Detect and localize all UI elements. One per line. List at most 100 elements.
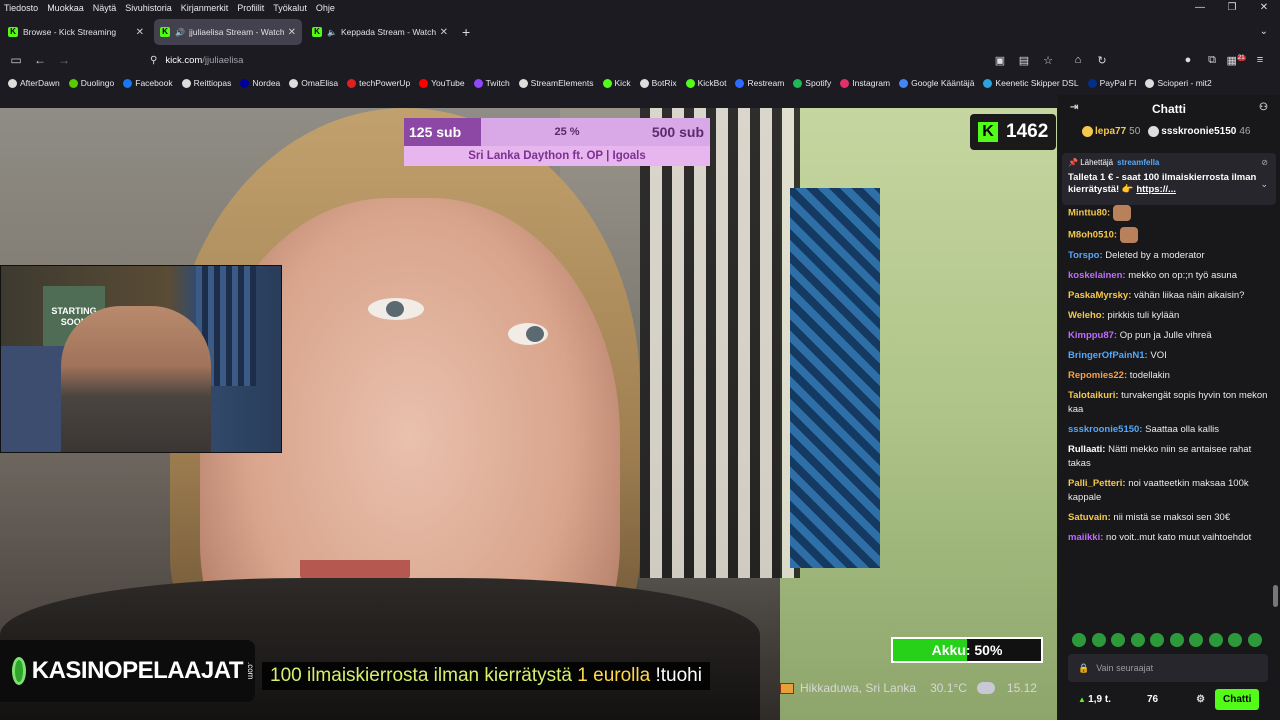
menu-view[interactable]: Näytä bbox=[93, 3, 117, 13]
menu-bookmarks[interactable]: Kirjanmerkit bbox=[181, 3, 229, 13]
chat-username[interactable]: Repomies22: bbox=[1068, 370, 1127, 381]
bookmark-item[interactable]: techPowerUp bbox=[347, 78, 410, 88]
chat-input[interactable]: 🔒 Vain seuraajat bbox=[1068, 654, 1268, 682]
emote-icon[interactable] bbox=[1169, 633, 1184, 647]
bookmark-item[interactable]: Twitch bbox=[473, 78, 510, 88]
close-window-icon[interactable]: ✕ bbox=[1248, 0, 1280, 16]
tab-keppada[interactable]: K 🔈 Keppada Stream - Watch Li ✕ bbox=[306, 19, 454, 45]
emote-icon[interactable] bbox=[1091, 633, 1106, 647]
chevron-down-icon[interactable]: ⌄ bbox=[1260, 179, 1268, 190]
site-info-icon[interactable]: ⚲ bbox=[150, 55, 157, 66]
new-tab-icon[interactable]: + bbox=[462, 24, 470, 40]
chat-username[interactable]: PaskaMyrsky: bbox=[1068, 290, 1131, 301]
bookmark-star-icon[interactable]: ☆ bbox=[1036, 54, 1060, 67]
menu-file[interactable]: Tiedosto bbox=[4, 3, 38, 13]
bookmark-item[interactable]: Facebook bbox=[123, 78, 173, 88]
bookmark-item[interactable]: StreamElements bbox=[518, 78, 594, 88]
bookmark-item[interactable]: Reittiopas bbox=[181, 78, 231, 88]
maximize-icon[interactable]: ❐ bbox=[1216, 0, 1248, 16]
emote-icon[interactable] bbox=[1228, 633, 1242, 647]
bookmark-item[interactable]: Spotify bbox=[793, 78, 831, 88]
emote-icon[interactable] bbox=[1208, 633, 1223, 647]
account-icon[interactable]: ● bbox=[1176, 54, 1200, 66]
close-tab-icon[interactable]: ✕ bbox=[136, 27, 144, 38]
close-tab-icon[interactable]: ✕ bbox=[288, 27, 296, 38]
list-tabs-icon[interactable]: ⌄ bbox=[1260, 26, 1268, 37]
chat-username[interactable]: Weleho: bbox=[1068, 310, 1105, 321]
unpin-icon[interactable]: ⊘ bbox=[1261, 158, 1268, 167]
chat-username[interactable]: Kimppu87: bbox=[1068, 330, 1117, 341]
bookmark-item[interactable]: Instagram bbox=[840, 78, 890, 88]
emote-icon[interactable] bbox=[1130, 633, 1145, 647]
bookmark-item[interactable]: Nordea bbox=[240, 78, 280, 88]
bookmark-item[interactable]: AfterDawn bbox=[8, 78, 60, 88]
bookmark-item[interactable]: OmaElisa bbox=[289, 78, 338, 88]
tab-title: Keppada Stream - Watch Li bbox=[340, 27, 436, 37]
tab-browse-kick[interactable]: K Browse - Kick Streaming ✕ bbox=[2, 19, 150, 45]
bookmark-item[interactable]: Duolingo bbox=[68, 78, 114, 88]
bookmark-item[interactable]: Keenetic Skipper DSL bbox=[983, 78, 1079, 88]
pinned-author[interactable]: streamfella bbox=[1117, 158, 1159, 167]
tab-jjuliaelisa[interactable]: K 🔊 jjuliaelisa Stream - Watch Li ✕ bbox=[154, 19, 302, 45]
chat-username[interactable]: Minttu80: bbox=[1068, 208, 1110, 219]
chat-username[interactable]: M8oh0510: bbox=[1068, 230, 1117, 241]
forward-icon[interactable]: → bbox=[52, 53, 76, 67]
bookmark-item[interactable]: YouTube bbox=[419, 78, 465, 88]
reader-view-icon[interactable]: ▤ bbox=[1012, 54, 1036, 67]
chat-username[interactable]: Rullaati: bbox=[1068, 444, 1105, 455]
chat-username[interactable]: ssskroonie5150: bbox=[1068, 424, 1142, 435]
menu-profiles[interactable]: Profiilit bbox=[237, 3, 264, 13]
speaker-icon[interactable]: 🔈 bbox=[327, 28, 337, 37]
chat-username[interactable]: maiikki: bbox=[1068, 532, 1103, 543]
emote-icon[interactable] bbox=[1111, 633, 1125, 647]
menu-edit[interactable]: Muokkaa bbox=[47, 3, 84, 13]
bookmark-item[interactable]: Scioperi - mit2 bbox=[1145, 78, 1212, 88]
gifter-name[interactable]: ssskroonie5150 bbox=[1161, 126, 1236, 137]
speaker-icon[interactable]: 🔊 bbox=[175, 28, 185, 37]
chat-username[interactable]: Satuvain: bbox=[1068, 512, 1111, 523]
picture-in-picture-icon[interactable]: ▣ bbox=[988, 54, 1012, 67]
emote-icon[interactable] bbox=[1150, 633, 1164, 647]
bookmark-item[interactable]: Google Kääntäjä bbox=[899, 78, 974, 88]
chat-username[interactable]: koskelainen: bbox=[1068, 270, 1126, 281]
send-chat-button[interactable]: Chatti bbox=[1215, 688, 1260, 710]
chat-messages: Minttu80: M8oh0510: Torspo: Deleted by a… bbox=[1068, 205, 1274, 551]
channel-points[interactable]: 76 bbox=[1147, 694, 1158, 705]
home-icon[interactable]: ⌂ bbox=[1066, 54, 1090, 66]
close-tab-icon[interactable]: ✕ bbox=[440, 27, 448, 38]
emote-icon[interactable] bbox=[1189, 633, 1203, 647]
extension-badge-icon[interactable]: ▦21 bbox=[1224, 54, 1248, 67]
extensions-icon[interactable]: ⧉ bbox=[1200, 54, 1224, 67]
chat-scrollbar[interactable] bbox=[1273, 585, 1278, 607]
gifter-name[interactable]: lepa77 bbox=[1095, 126, 1126, 137]
bookmark-item[interactable]: Restream bbox=[735, 78, 784, 88]
chat-username[interactable]: Torspo: bbox=[1068, 250, 1103, 261]
menu-help[interactable]: Ohje bbox=[316, 3, 335, 13]
chat-users-icon[interactable]: ⚇ bbox=[1259, 102, 1268, 113]
bookmark-item[interactable]: PayPal FI bbox=[1087, 78, 1136, 88]
app-menu-icon[interactable]: ≡ bbox=[1248, 54, 1272, 66]
menu-history[interactable]: Sivuhistoria bbox=[125, 3, 172, 13]
temperature: 30.1°C bbox=[930, 681, 967, 695]
kicks-balance[interactable]: 1,9 t. bbox=[1078, 694, 1111, 705]
chat-username[interactable]: Palli_Petteri: bbox=[1068, 478, 1126, 489]
emote-icon[interactable] bbox=[1072, 633, 1086, 647]
back-icon[interactable]: ← bbox=[28, 53, 52, 67]
chat-username[interactable]: BringerOfPainN1: bbox=[1068, 350, 1148, 361]
bookmark-favicon-icon bbox=[518, 78, 528, 88]
emote-icon[interactable] bbox=[1247, 633, 1262, 647]
chat-username[interactable]: Talotaikuri: bbox=[1068, 390, 1119, 401]
bookmark-item[interactable]: Kick bbox=[602, 78, 631, 88]
sidebar-icon[interactable]: ▭ bbox=[4, 53, 28, 67]
sub-goal-title: Sri Lanka Daython ft. OP | Igoals bbox=[404, 146, 710, 166]
reload-icon[interactable]: ↻ bbox=[1090, 54, 1114, 67]
bookmark-item[interactable]: KickBot bbox=[685, 78, 726, 88]
url-bar[interactable]: ⚲ kick.com/jjuliaelisa bbox=[150, 48, 1060, 72]
minimize-icon[interactable]: — bbox=[1184, 0, 1216, 16]
pinned-link[interactable]: https://... bbox=[1136, 184, 1176, 195]
pinned-message[interactable]: 📌 Lähettäjä streamfella ⊘ Talleta 1 € - … bbox=[1062, 153, 1276, 205]
menu-tools[interactable]: Työkalut bbox=[273, 3, 307, 13]
bookmark-item[interactable]: BotRix bbox=[639, 78, 677, 88]
collapse-chat-icon[interactable]: ⇥ bbox=[1070, 102, 1078, 113]
gear-icon[interactable]: ⚙ bbox=[1196, 694, 1205, 705]
